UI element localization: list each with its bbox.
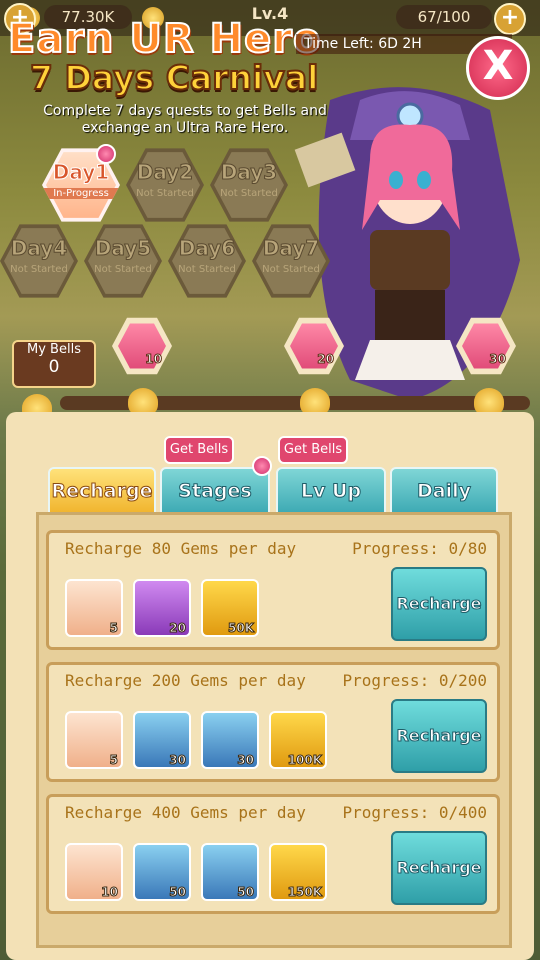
event-title: Earn UR Hero: [7, 15, 322, 63]
rune-reward[interactable]: 50: [133, 843, 191, 901]
recharge-button[interactable]: Recharge: [391, 831, 487, 905]
quest-row-2: Recharge 200 Gems per day Progress: 0/20…: [46, 662, 500, 782]
tab-lv-up[interactable]: Lv Up: [276, 467, 386, 517]
day-tab-2[interactable]: Day2 Not Started: [126, 148, 204, 222]
tab-daily-deal[interactable]: Daily Deal: [390, 467, 498, 547]
my-bells-panel: My Bells 0: [12, 340, 96, 388]
event-subtitle-title: 7 Days Carnival: [29, 57, 319, 98]
notification-dot: [96, 144, 116, 164]
quest-title: Recharge 200 Gems per day: [65, 671, 306, 690]
gold-reward[interactable]: 100K: [269, 711, 327, 769]
day-tab-3[interactable]: Day3 Not Started: [210, 148, 288, 222]
get-bells-hint-lvup: Get Bells: [278, 436, 348, 464]
hero-shard-reward[interactable]: 5: [65, 711, 123, 769]
gold-reward[interactable]: 50K: [201, 579, 259, 637]
quest-progress: Progress: 0/400: [342, 803, 488, 822]
quest-title: Recharge 80 Gems per day: [65, 539, 297, 558]
milestone-reward-1[interactable]: 10: [112, 317, 172, 375]
rune-reward[interactable]: 30: [133, 711, 191, 769]
day-tab-6[interactable]: Day6 Not Started: [168, 224, 246, 298]
add-energy-button[interactable]: +: [494, 3, 526, 35]
close-button[interactable]: X: [466, 36, 530, 100]
hero-shard-reward[interactable]: 5: [65, 579, 123, 637]
quest-row-3: Recharge 400 Gems per day Progress: 0/40…: [46, 794, 500, 914]
energy-counter: 67/100: [396, 5, 492, 29]
get-bells-hint-stages: Get Bells: [164, 436, 234, 464]
egg-reward[interactable]: 20: [133, 579, 191, 637]
quest-progress: Progress: 0/200: [342, 671, 488, 690]
event-description: Complete 7 days quests to get Bells and …: [43, 103, 327, 136]
my-bells-label: My Bells: [27, 342, 81, 357]
notification-dot: [252, 456, 272, 476]
day-tab-4[interactable]: Day4 Not Started: [0, 224, 78, 298]
recharge-button[interactable]: Recharge: [391, 567, 487, 641]
my-bells-value: 0: [48, 357, 60, 377]
gold-reward[interactable]: 150K: [269, 843, 327, 901]
quest-title: Recharge 400 Gems per day: [65, 803, 306, 822]
tab-recharge[interactable]: Recharge: [48, 467, 156, 517]
tab-stages[interactable]: Stages: [160, 467, 270, 517]
rune-reward[interactable]: 30: [201, 711, 259, 769]
quest-progress: Progress: 0/80: [352, 539, 487, 558]
rune-reward[interactable]: 50: [201, 843, 259, 901]
hero-shard-reward[interactable]: 10: [65, 843, 123, 901]
recharge-button[interactable]: Recharge: [391, 699, 487, 773]
day-tab-5[interactable]: Day5 Not Started: [84, 224, 162, 298]
quest-row-1: Recharge 80 Gems per day Progress: 0/80 …: [46, 530, 500, 650]
